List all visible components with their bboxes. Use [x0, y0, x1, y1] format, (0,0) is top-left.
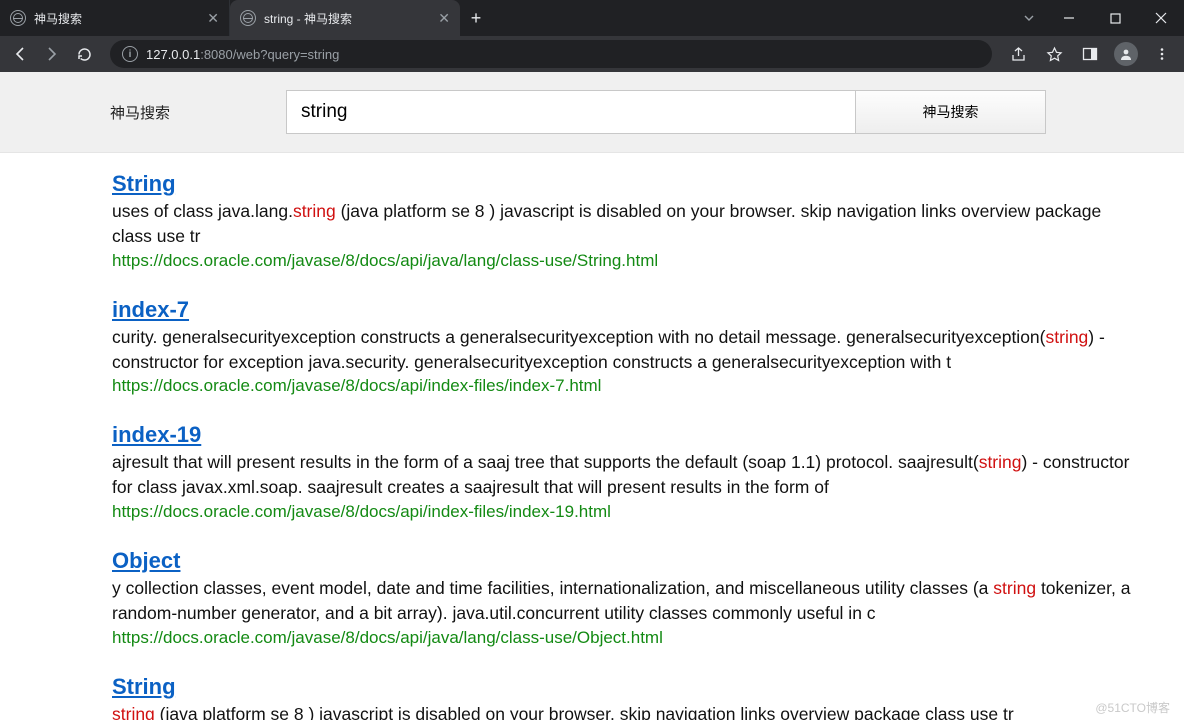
result-title-link[interactable]: index-19: [112, 422, 201, 448]
reload-button[interactable]: [70, 40, 98, 68]
new-tab-button[interactable]: +: [460, 0, 492, 36]
panel-icon[interactable]: [1074, 40, 1106, 68]
browser-titlebar: 神马搜索 ✕ string - 神马搜索 ✕ +: [0, 0, 1184, 36]
tab-title: string - 神马搜索: [264, 10, 430, 27]
browser-toolbar: i 127.0.0.1:8080/web?query=string: [0, 36, 1184, 72]
globe-icon: [10, 10, 26, 26]
bookmark-icon[interactable]: [1038, 40, 1070, 68]
result-url: https://docs.oracle.com/javase/8/docs/ap…: [112, 251, 1132, 271]
browser-tab[interactable]: 神马搜索 ✕: [0, 0, 230, 36]
result-description: ajresult that will present results in th…: [112, 450, 1132, 500]
search-result: Stringuses of class java.lang.string (ja…: [112, 171, 1132, 271]
result-title-link[interactable]: String: [112, 674, 176, 700]
globe-icon: [240, 10, 256, 26]
search-header: 神马搜索 神马搜索: [0, 72, 1184, 153]
url-text: 127.0.0.1:8080/web?query=string: [146, 47, 980, 62]
result-title-link[interactable]: Object: [112, 548, 180, 574]
search-result: index-7curity. generalsecurityexception …: [112, 297, 1132, 397]
search-button[interactable]: 神马搜索: [856, 90, 1046, 134]
result-description: uses of class java.lang.string (java pla…: [112, 199, 1132, 249]
window-close-button[interactable]: [1138, 0, 1184, 36]
result-url: https://docs.oracle.com/javase/8/docs/ap…: [112, 376, 1132, 396]
result-url: https://docs.oracle.com/javase/8/docs/ap…: [112, 502, 1132, 522]
close-icon[interactable]: ✕: [438, 10, 450, 27]
site-info-icon[interactable]: i: [122, 46, 138, 62]
search-result: String string (java platform se 8 ) javas…: [112, 674, 1132, 720]
profile-button[interactable]: [1110, 40, 1142, 68]
result-title-link[interactable]: String: [112, 171, 176, 197]
address-bar[interactable]: i 127.0.0.1:8080/web?query=string: [110, 40, 992, 68]
result-description: string (java platform se 8 ) javascript …: [112, 702, 1132, 720]
search-input[interactable]: [286, 90, 856, 134]
browser-tab-active[interactable]: string - 神马搜索 ✕: [230, 0, 460, 36]
share-icon[interactable]: [1002, 40, 1034, 68]
window-minimize-button[interactable]: [1046, 0, 1092, 36]
close-icon[interactable]: ✕: [207, 10, 219, 27]
brand-label: 神马搜索: [110, 102, 286, 123]
window-maximize-button[interactable]: [1092, 0, 1138, 36]
search-result: Objecty collection classes, event model,…: [112, 548, 1132, 648]
page-content[interactable]: 神马搜索 神马搜索 Stringuses of class java.lang.…: [0, 72, 1184, 720]
result-description: curity. generalsecurityexception constru…: [112, 325, 1132, 375]
menu-button[interactable]: [1146, 40, 1178, 68]
tab-overflow-icon[interactable]: [1012, 0, 1046, 36]
result-description: y collection classes, event model, date …: [112, 576, 1132, 626]
forward-button[interactable]: [38, 40, 66, 68]
result-title-link[interactable]: index-7: [112, 297, 189, 323]
search-result: index-19ajresult that will present resul…: [112, 422, 1132, 522]
back-button[interactable]: [6, 40, 34, 68]
watermark: @51CTO博客: [1095, 699, 1170, 716]
result-url: https://docs.oracle.com/javase/8/docs/ap…: [112, 628, 1132, 648]
results-list: Stringuses of class java.lang.string (ja…: [0, 153, 1160, 720]
tab-title: 神马搜索: [34, 10, 199, 27]
